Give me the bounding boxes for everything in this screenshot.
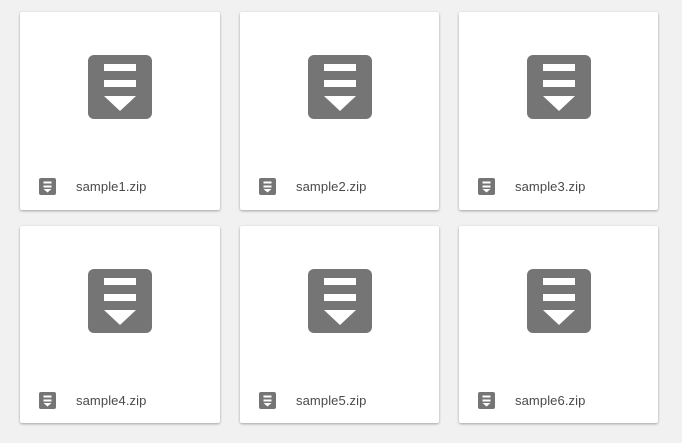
archive-file-icon <box>259 391 276 409</box>
file-name: sample5.zip <box>296 392 367 408</box>
file-card[interactable]: sample1.zip <box>20 12 220 210</box>
archive-download-icon <box>526 269 591 333</box>
file-name: sample6.zip <box>515 392 586 408</box>
archive-file-icon <box>39 177 56 195</box>
file-card-footer: sample6.zip <box>478 391 648 409</box>
archive-file-icon <box>478 391 495 409</box>
archive-download-icon <box>526 55 591 119</box>
archive-download-icon <box>88 55 152 119</box>
file-card-footer: sample1.zip <box>39 177 210 195</box>
archive-download-icon <box>307 55 372 119</box>
file-card-footer: sample3.zip <box>478 177 648 195</box>
file-name: sample3.zip <box>515 178 586 194</box>
file-name: sample1.zip <box>76 178 147 194</box>
file-card[interactable]: sample5.zip <box>240 226 439 423</box>
file-card[interactable]: sample3.zip <box>459 12 658 210</box>
file-card[interactable]: sample2.zip <box>240 12 439 210</box>
file-card[interactable]: sample4.zip <box>20 226 220 423</box>
archive-download-icon <box>88 269 152 333</box>
file-name: sample2.zip <box>296 178 367 194</box>
archive-download-icon <box>307 269 372 333</box>
file-card-footer: sample2.zip <box>259 177 429 195</box>
file-card-footer: sample4.zip <box>39 391 210 409</box>
archive-file-icon <box>259 177 276 195</box>
file-card-footer: sample5.zip <box>259 391 429 409</box>
archive-file-icon <box>478 177 495 195</box>
archive-file-icon <box>39 391 56 409</box>
file-grid: sample1.zip sample2.zip sample3.zip samp… <box>20 12 658 423</box>
file-name: sample4.zip <box>76 392 147 408</box>
file-card[interactable]: sample6.zip <box>459 226 658 423</box>
